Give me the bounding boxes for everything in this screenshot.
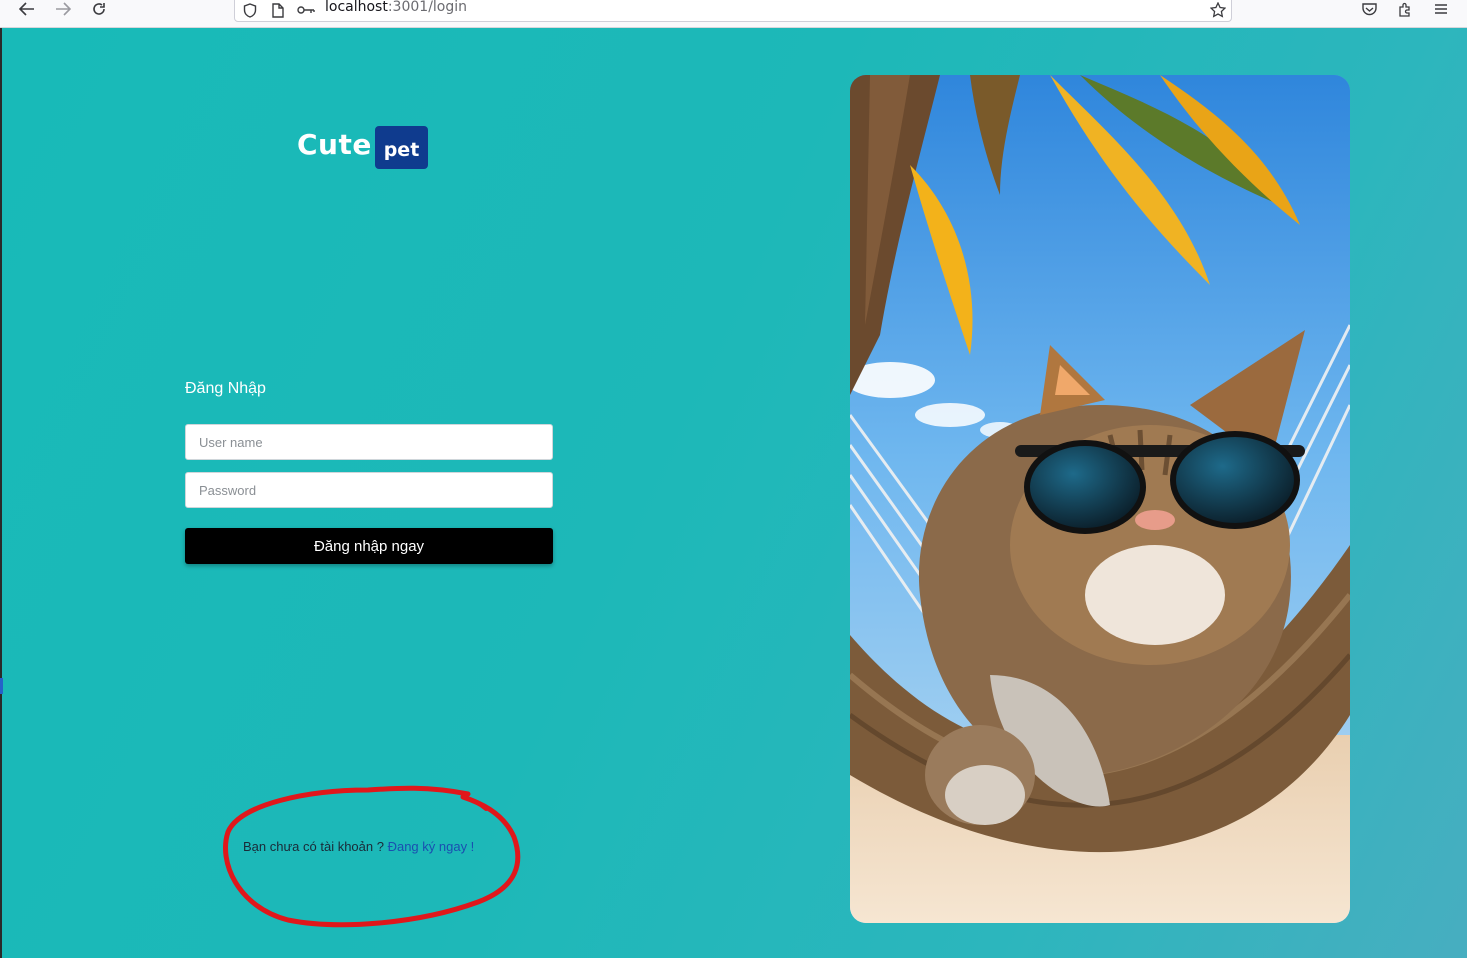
side-indicator — [0, 678, 3, 694]
browser-toolbar: localhost:3001/login — [0, 0, 1467, 28]
menu-button[interactable] — [1429, 0, 1453, 18]
url-path: :3001/login — [387, 0, 468, 15]
signup-prompt-text: Bạn chưa có tài khoản ? — [243, 839, 388, 854]
password-input[interactable] — [185, 472, 553, 508]
url-text[interactable]: localhost:3001/login — [325, 0, 467, 15]
reload-icon — [93, 3, 105, 15]
key-icon[interactable] — [297, 1, 315, 19]
arrow-right-icon — [56, 2, 71, 16]
pocket-icon — [1361, 3, 1377, 16]
forward-button[interactable] — [51, 0, 75, 18]
signup-prompt: Bạn chưa có tài khoản ? Đang ký ngay ! — [243, 839, 474, 854]
bookmark-star-icon[interactable] — [1209, 1, 1227, 19]
cat-hammock-photo — [850, 75, 1350, 923]
page-icon[interactable] — [269, 1, 287, 19]
login-title: Đăng Nhập — [185, 380, 266, 397]
shield-icon[interactable] — [241, 1, 259, 19]
hamburger-icon — [1435, 4, 1447, 14]
address-bar[interactable]: localhost:3001/login — [234, 0, 1232, 22]
logo-badge: pet — [375, 126, 428, 169]
pocket-button[interactable] — [1357, 0, 1381, 18]
extensions-button[interactable] — [1393, 0, 1417, 18]
puzzle-icon — [1398, 2, 1410, 17]
back-button[interactable] — [15, 0, 39, 18]
arrow-left-icon — [19, 2, 34, 16]
username-input[interactable] — [185, 424, 553, 460]
reload-button[interactable] — [87, 0, 111, 18]
login-button[interactable]: Đăng nhập ngay — [185, 528, 553, 564]
url-host: localhost — [325, 0, 388, 15]
signup-link[interactable]: Đang ký ngay ! — [388, 839, 475, 854]
logo-text: Cute — [297, 128, 372, 161]
